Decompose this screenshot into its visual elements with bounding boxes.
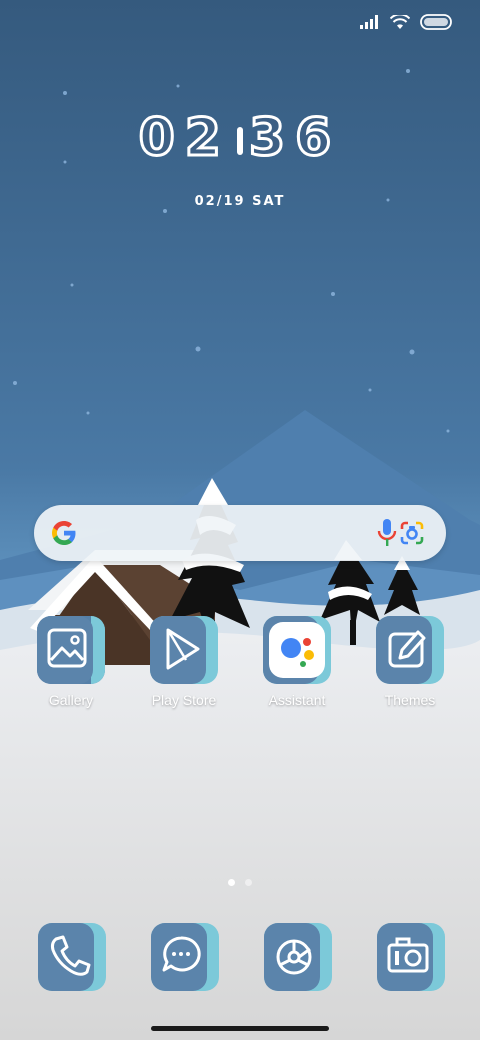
home-gesture-bar[interactable]: [151, 1026, 329, 1031]
camera-icon: [377, 923, 445, 991]
clock-hours: 02: [137, 107, 231, 170]
signal-icon: [360, 15, 378, 29]
dock-browser[interactable]: [262, 921, 334, 993]
google-logo-icon: [52, 521, 76, 545]
gallery-icon: [37, 616, 105, 684]
dock-messages[interactable]: [149, 921, 221, 993]
clock-separator: [237, 127, 243, 155]
app-gallery[interactable]: Gallery: [16, 614, 126, 708]
browser-icon: [264, 923, 332, 991]
app-label-themes: Themes: [384, 692, 436, 708]
battery-icon: [420, 14, 452, 30]
app-label-gallery: Gallery: [48, 692, 94, 708]
dock-camera[interactable]: [375, 921, 447, 993]
app-play-store[interactable]: Play Store: [129, 614, 239, 708]
page-indicator: [228, 879, 252, 886]
app-assistant[interactable]: Assistant: [242, 614, 352, 708]
clock-date: 02/19 SAT: [194, 194, 286, 209]
wifi-icon: [390, 14, 410, 29]
mic-icon[interactable]: [376, 518, 398, 548]
lens-icon[interactable]: [398, 519, 426, 547]
clock-minutes: 36: [247, 107, 342, 170]
status-bar: [360, 14, 452, 30]
phone-icon: [38, 923, 106, 991]
assistant-icon: [263, 616, 331, 684]
play-store-icon: [150, 616, 218, 684]
app-themes[interactable]: Themes: [355, 614, 465, 708]
clock-time[interactable]: 02 36: [0, 107, 480, 170]
dock-phone[interactable]: [36, 921, 108, 993]
page-dot-active: [228, 879, 235, 886]
app-label-play-store: Play Store: [151, 692, 217, 708]
app-label-assistant: Assistant: [268, 692, 326, 708]
themes-icon: [376, 616, 444, 684]
messages-icon: [151, 923, 219, 991]
page-dot: [245, 879, 252, 886]
google-search-bar[interactable]: [34, 505, 446, 561]
